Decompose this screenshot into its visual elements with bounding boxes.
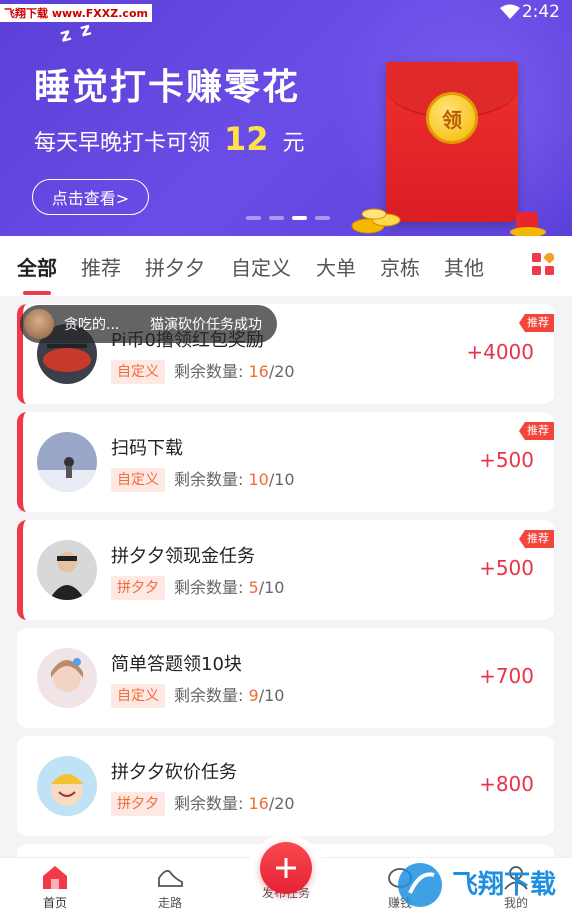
nav-walk-label: 走路 — [157, 896, 182, 910]
task-tag: 拼夕夕 — [111, 792, 165, 816]
task-title: 拼夕夕领现金任务 — [111, 546, 255, 567]
task-avatar — [37, 432, 97, 492]
task-avatar — [37, 648, 97, 708]
nav-home[interactable]: 首页 — [15, 864, 95, 911]
task-title: 扫码下载 — [111, 438, 183, 459]
remain-label: 剩余数量: — [174, 362, 244, 381]
remain-current: 10 — [248, 470, 269, 489]
remain-current: 16 — [248, 794, 269, 813]
sneaker-icon — [158, 869, 183, 887]
remain-total: /10 — [258, 578, 285, 597]
remain-total: /20 — [268, 794, 295, 813]
task-avatar — [37, 540, 97, 600]
task-card[interactable]: 拼夕夕领现金任务 拼夕夕 剩余数量: 5/10 +500 推荐 — [17, 520, 554, 620]
task-remaining: 剩余数量: 9/10 — [174, 684, 284, 708]
task-reward: +500 — [479, 448, 534, 472]
task-reward: +800 — [479, 772, 534, 796]
task-reward: +700 — [479, 664, 534, 688]
tab-all[interactable]: 全部 — [17, 252, 57, 295]
banner-view-button[interactable]: 点击查看> — [32, 179, 149, 215]
remain-total: /10 — [258, 686, 285, 705]
remain-total: /10 — [268, 470, 295, 489]
promo-banner[interactable]: 飞翔下载 www.FXXZ.com 2:42 z z 睡觉打卡赚零花 每天早晚打… — [0, 0, 572, 236]
remain-label: 剩余数量: — [174, 686, 244, 705]
watermark-logo: 飞翔下载 — [398, 863, 556, 907]
toast-username: 贪吃的... — [64, 317, 120, 333]
task-tag: 自定义 — [111, 468, 165, 492]
tab-pinxixi[interactable]: 拼夕夕 — [145, 252, 205, 281]
task-title: 拼夕夕砍价任务 — [111, 762, 237, 783]
banner-sub-suffix: 元 — [282, 131, 305, 156]
tab-big-order[interactable]: 大单 — [316, 252, 356, 281]
task-tag: 自定义 — [111, 360, 165, 384]
toast-avatar — [24, 309, 54, 339]
remain-current: 9 — [248, 686, 259, 705]
task-remaining: 剩余数量: 5/10 — [174, 576, 284, 600]
remain-current: 16 — [248, 362, 269, 381]
banner-amount: 12 — [224, 120, 269, 158]
nav-home-label: 首页 — [42, 896, 67, 910]
tab-jingdong[interactable]: 京栋 — [380, 252, 420, 281]
wifi-icon — [500, 4, 520, 19]
task-card[interactable]: 拼夕夕砍价任务 拼夕夕 剩余数量: 16/20 +800 — [17, 736, 554, 836]
task-tag: 自定义 — [111, 684, 165, 708]
category-tabs: 全部 推荐 拼夕夕 自定义 大单 京栋 其他 — [0, 236, 572, 296]
task-card[interactable]: 扫码下载 自定义 剩余数量: 10/10 +500 推荐 — [17, 412, 554, 512]
task-reward: +500 — [479, 556, 534, 580]
banner-dot-active — [292, 216, 307, 220]
remain-total: /20 — [268, 362, 295, 381]
remain-label: 剩余数量: — [174, 578, 244, 597]
banner-sub-prefix: 每天早晚打卡可领 — [34, 131, 211, 156]
remain-label: 剩余数量: — [174, 794, 244, 813]
task-tag: 拼夕夕 — [111, 576, 165, 600]
gift-image — [510, 212, 546, 236]
remain-current: 5 — [248, 578, 259, 597]
banner-title: 睡觉打卡赚零花 — [34, 67, 301, 108]
plus-icon — [276, 858, 296, 878]
tab-custom[interactable]: 自定义 — [231, 252, 291, 281]
activity-toast: 贪吃的... 猫演砍价任务成功 — [20, 305, 277, 343]
remain-label: 剩余数量: — [174, 470, 244, 489]
sleep-zz: z z — [57, 18, 96, 47]
nav-walk[interactable]: 走路 — [130, 864, 210, 911]
publish-task-button[interactable] — [260, 842, 312, 894]
toast-message: 猫演砍价任务成功 — [150, 317, 262, 333]
recommend-badge: 推荐 — [519, 314, 554, 332]
task-remaining: 剩余数量: 16/20 — [174, 360, 295, 384]
task-title: 简单答题领10块 — [111, 654, 242, 675]
banner-dot — [246, 216, 261, 220]
red-envelope-image: 领 — [386, 62, 518, 222]
task-reward: +4000 — [466, 340, 534, 364]
recommend-badge: 推荐 — [519, 530, 554, 548]
banner-pagination — [246, 216, 330, 220]
tab-other[interactable]: 其他 — [444, 252, 484, 281]
coins-image — [351, 208, 401, 234]
banner-subtitle: 每天早晚打卡可领 12 元 — [34, 120, 305, 158]
task-avatar — [37, 756, 97, 816]
tab-recommend[interactable]: 推荐 — [81, 252, 121, 281]
home-icon — [43, 866, 67, 889]
banner-dot — [269, 216, 284, 220]
envelope-coin: 领 — [426, 92, 478, 144]
watermark-bottom-text: 飞翔下载 — [452, 870, 556, 900]
banner-dot — [315, 216, 330, 220]
task-remaining: 剩余数量: 10/10 — [174, 468, 295, 492]
status-time: 2:42 — [521, 2, 560, 22]
watermark-top: 飞翔下载 www.FXXZ.com — [0, 4, 152, 22]
task-remaining: 剩余数量: 16/20 — [174, 792, 295, 816]
recommend-badge: 推荐 — [519, 422, 554, 440]
category-grid-icon[interactable] — [532, 253, 554, 275]
task-card[interactable]: 简单答题领10块 自定义 剩余数量: 9/10 +700 — [17, 628, 554, 728]
